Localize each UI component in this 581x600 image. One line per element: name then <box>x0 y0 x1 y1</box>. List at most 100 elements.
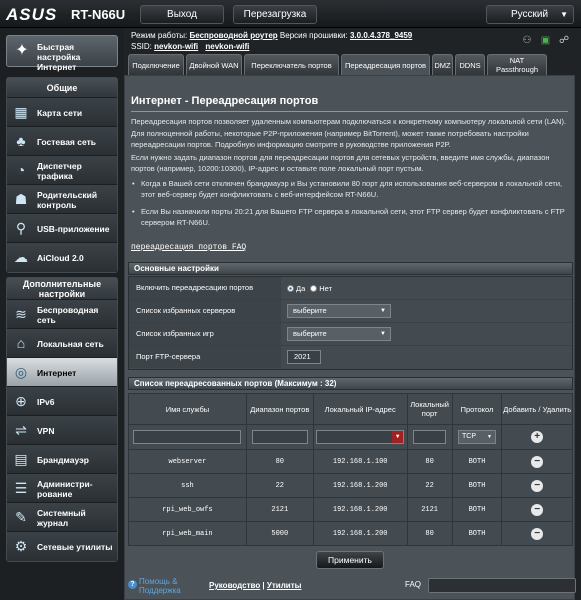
column-header: Локальный порт <box>406 393 453 425</box>
radio-yes[interactable] <box>287 284 294 292</box>
fav-servers-select[interactable]: выберите ▼ <box>287 304 391 318</box>
tab-2[interactable]: Переключатель портов <box>244 54 339 75</box>
remove-rule-icon[interactable]: − <box>531 479 544 492</box>
reboot-button[interactable]: Перезагрузка <box>233 5 317 24</box>
wifi-status-icon[interactable]: ☍ <box>557 35 571 47</box>
cell-ip: 192.168.1.200 <box>312 473 408 498</box>
fav-servers-row: Список избранных серверов выберите ▼ <box>129 300 572 323</box>
sidebar-item-label: USB-приложение <box>37 223 110 234</box>
tab-3[interactable]: Переадресация портов <box>341 54 430 76</box>
sidebar-item-label: Локальная сеть <box>37 338 104 349</box>
ssid-value: nevkon-wifi <box>154 42 199 51</box>
fav-games-value: выберите <box>293 329 327 338</box>
logout-button[interactable]: Выход <box>140 5 224 24</box>
faq-search-input[interactable] <box>428 578 576 593</box>
wizard-icon: ✦ <box>15 42 29 59</box>
local-ip-input[interactable]: ▼ <box>316 430 405 444</box>
sidebar-item-parental-control[interactable]: ☗ Родительский контроль <box>7 185 117 214</box>
sidebar-item-aicloud[interactable]: ☁ AiCloud 2.0 <box>7 243 117 272</box>
administration-icon: ☰ <box>14 480 28 496</box>
sidebar-item-usb-app[interactable]: ⚲ USB-приложение <box>7 214 117 243</box>
sidebar-item-lan[interactable]: ⌂ Локальная сеть <box>7 329 117 358</box>
tab-4[interactable]: DMZ <box>432 54 453 75</box>
usb-status-icon[interactable]: ⚇ <box>520 35 534 47</box>
cell-proto: BOTH <box>451 449 503 474</box>
radio-no[interactable] <box>310 284 318 292</box>
local-port-input[interactable] <box>413 430 447 444</box>
ip-dropdown-icon[interactable]: ▼ <box>392 431 404 443</box>
port-range-input[interactable] <box>251 430 308 444</box>
new-rule-row: ▼ TCP ▼ + <box>128 424 573 450</box>
status-info: Режим работы: Беспроводной роутер Версия… <box>131 30 541 52</box>
mode-label: Режим работы: <box>131 31 188 40</box>
sidebar-item-ipv6[interactable]: ⊕ IPv6 <box>7 387 117 416</box>
tab-5[interactable]: DDNS <box>455 54 485 75</box>
sidebar-item-label: IPv6 <box>37 396 55 407</box>
sidebar-item-vpn[interactable]: ⇌ VPN <box>7 416 117 445</box>
quick-internet-setup-button[interactable]: ✦ Быстрая настройка Интернет <box>6 35 118 72</box>
tab-6[interactable]: NAT Passthrough <box>487 54 547 75</box>
link-separator: | <box>260 581 267 590</box>
system-log-icon: ✎ <box>15 509 27 525</box>
note-item: Если Вы назначили порты 20:21 для Вашего… <box>131 206 568 229</box>
sidebar-item-label: Сетевые утилиты <box>37 541 113 552</box>
sidebar-item-label: Карта сети <box>37 107 83 118</box>
sidebar-item-firewall[interactable]: ▤ Брандмауэр <box>7 445 117 474</box>
main-panel: Интернет - Переадресация портов Переадре… <box>124 75 575 600</box>
description-paragraph: Если нужно задать диапазон портов для пе… <box>131 152 550 174</box>
sidebar-item-system-log[interactable]: ✎ Системный журнал <box>7 503 117 532</box>
sidebar-item-internet[interactable]: ◎ Интернет <box>7 358 117 387</box>
add-rule-icon[interactable]: + <box>531 431 544 443</box>
sidebar-item-traffic-manager[interactable]: ◔ Диспетчер трафика <box>7 156 117 185</box>
cell-name: ssh <box>128 473 247 498</box>
internet-icon: ◎ <box>14 364 28 380</box>
language-select[interactable]: Русский ▼ <box>486 5 574 24</box>
column-header: Диапазон портов <box>245 393 314 425</box>
protocol-select[interactable]: TCP ▼ <box>458 430 496 444</box>
sidebar-item-network-tools[interactable]: ⚙ Сетевые утилиты <box>7 532 117 561</box>
tab-0[interactable]: Подключение <box>128 54 184 75</box>
chevron-down-icon: ▼ <box>380 331 386 337</box>
cell-range: 22 <box>245 473 314 498</box>
sidebar-item-label: Интернет <box>37 367 77 378</box>
manual-link[interactable]: Руководство <box>209 581 260 590</box>
cell-ip: 192.168.1.200 <box>312 521 408 546</box>
column-header: Добавить / Удалить <box>501 393 573 425</box>
cell-ip: 192.168.1.200 <box>312 497 408 522</box>
ftp-port-input[interactable]: 2021 <box>287 350 321 364</box>
ftp-port-row: Порт FTP-сервера 2021 <box>129 346 572 369</box>
utilities-link[interactable]: Утилиты <box>267 581 302 590</box>
mode-value[interactable]: Беспроводной роутер <box>190 31 278 40</box>
chevron-down-icon: ▼ <box>380 308 386 314</box>
guest-network-icon: ♣ <box>16 133 26 149</box>
protocol-value: TCP <box>462 433 476 440</box>
sidebar-item-wireless[interactable]: ≋ Беспроводная сеть <box>7 300 117 329</box>
sidebar-item-network-map[interactable]: ▦ Карта сети <box>7 98 117 127</box>
vpn-icon: ⇌ <box>15 422 27 438</box>
firewall-icon: ▤ <box>14 451 28 467</box>
service-name-input[interactable] <box>133 430 242 444</box>
sidebar-item-guest-network[interactable]: ♣ Гостевая сеть <box>7 127 117 156</box>
apply-button[interactable]: Применить <box>316 551 384 569</box>
firmware-value[interactable]: 3.0.0.4.378_9459 <box>350 31 412 40</box>
remove-rule-icon[interactable]: − <box>531 455 544 468</box>
sidebar-item-administration[interactable]: ☰ Администри-рование <box>7 474 117 503</box>
cell-range: 2121 <box>245 497 314 522</box>
remove-rule-icon[interactable]: − <box>531 527 544 540</box>
help-icon: ? <box>128 580 137 589</box>
tab-1[interactable]: Двойной WAN <box>186 54 242 75</box>
lan-icon: ⌂ <box>16 335 26 351</box>
fav-servers-label: Список избранных серверов <box>129 300 281 322</box>
port-forwarding-faq-link[interactable]: переадресация портов FAQ <box>131 243 246 252</box>
traffic-manager-icon: ◔ <box>16 162 26 178</box>
sidebar-item-label: Администри-рование <box>37 478 93 499</box>
fav-games-select[interactable]: выберите ▼ <box>287 327 391 341</box>
network-tools-icon: ⚙ <box>14 538 28 554</box>
cell-proto: BOTH <box>451 473 503 498</box>
fav-games-label: Список избранных игр <box>129 323 281 345</box>
remove-rule-icon[interactable]: − <box>531 503 544 516</box>
network-status-icon[interactable]: ▣ <box>539 35 553 47</box>
cell-port: 22 <box>406 473 453 498</box>
port-list-heading: Список переадресованных портов (Максимум… <box>128 377 573 390</box>
help-support-link[interactable]: Помощь & Поддержка <box>139 577 197 595</box>
